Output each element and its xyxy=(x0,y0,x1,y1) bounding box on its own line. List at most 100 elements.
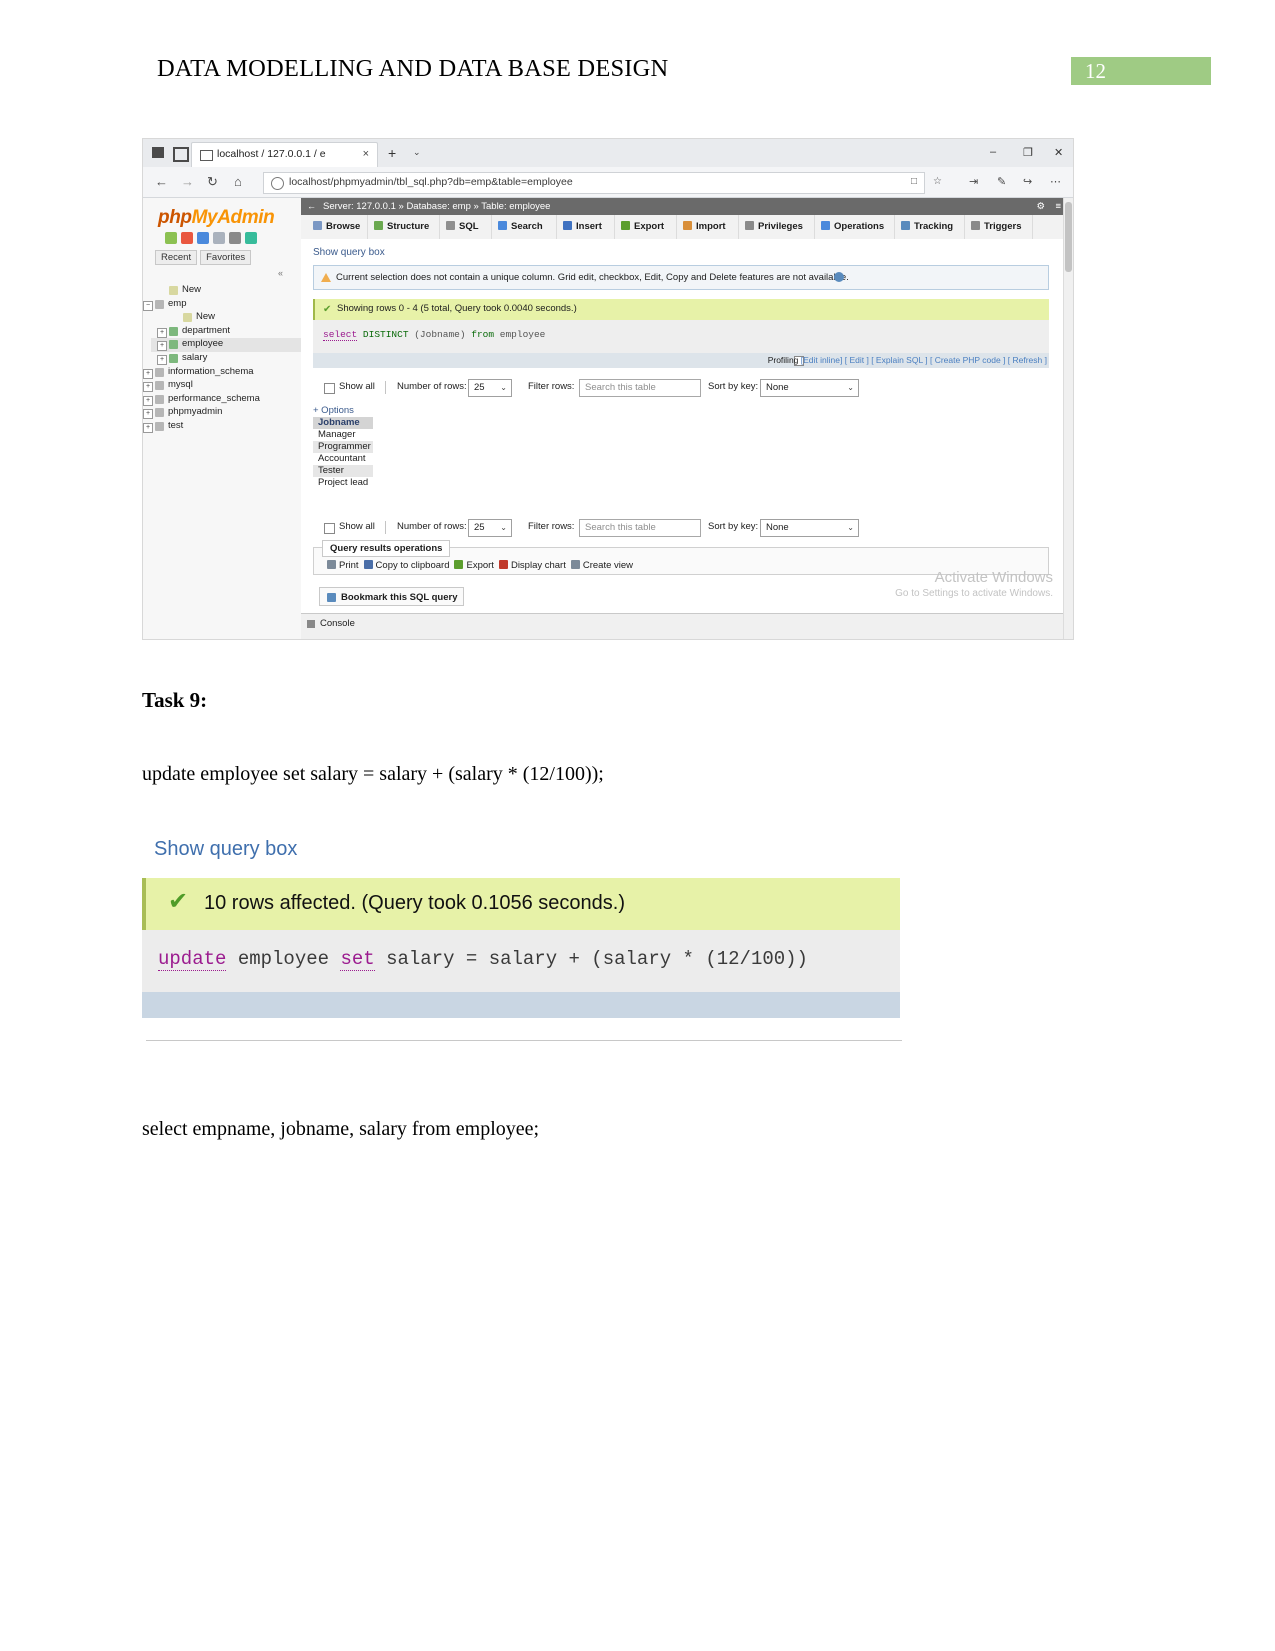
gear-icon[interactable] xyxy=(229,232,241,244)
console-bar[interactable]: Console xyxy=(301,613,1073,639)
window-close-icon[interactable]: ✕ xyxy=(1054,146,1063,159)
tab-sql[interactable]: SQL xyxy=(440,215,492,239)
expander-icon[interactable]: + xyxy=(143,395,153,406)
number-of-rows-select[interactable]: 25 ⌄ xyxy=(468,519,512,537)
tree-item-mysql[interactable]: + mysql xyxy=(143,379,301,393)
forward-icon[interactable]: → xyxy=(181,174,194,189)
tab-import[interactable]: Import xyxy=(677,215,739,239)
reading-view-icon[interactable]: □ xyxy=(911,176,917,187)
tree-item-test[interactable]: + test xyxy=(143,420,301,434)
profiling-link[interactable]: [ Edit ] xyxy=(845,355,869,365)
tree-item-salary[interactable]: + salary xyxy=(151,352,301,366)
table-row[interactable]: Accountant xyxy=(313,453,373,465)
expander-icon[interactable]: + xyxy=(143,368,153,379)
show-all-checkbox[interactable] xyxy=(324,383,335,394)
refresh-icon[interactable] xyxy=(245,232,257,244)
tree-item-new[interactable]: New xyxy=(151,311,301,325)
home-icon[interactable] xyxy=(165,232,177,244)
docs-icon[interactable] xyxy=(197,232,209,244)
collapse-icon[interactable]: « xyxy=(278,268,283,278)
profiling-link[interactable]: [ Refresh ] xyxy=(1008,355,1047,365)
browser-tabs-preview-icon[interactable] xyxy=(173,147,189,162)
recent-favorites-row: Recent Favorites xyxy=(155,250,254,265)
close-icon[interactable]: × xyxy=(363,148,369,160)
tab-browse[interactable]: Browse xyxy=(307,215,368,239)
expander-icon[interactable]: + xyxy=(143,409,153,420)
favorites-button[interactable]: Favorites xyxy=(200,250,252,265)
tab-export[interactable]: Export xyxy=(615,215,677,239)
chevron-down-icon[interactable]: ⌄ xyxy=(413,147,421,158)
scrollbar-thumb[interactable] xyxy=(1065,202,1072,272)
breadcrumb-back-icon[interactable]: ← xyxy=(307,201,316,211)
reload-icon[interactable]: ↻ xyxy=(207,174,218,190)
bookmark-sql-query-button[interactable]: Bookmark this SQL query xyxy=(319,587,464,606)
result-op-export[interactable]: Export xyxy=(466,560,493,571)
minimize-icon[interactable]: – xyxy=(990,146,996,158)
help-icon[interactable] xyxy=(834,272,844,282)
page-scrollbar[interactable] xyxy=(1063,198,1073,639)
result-op-copy-to-clipboard[interactable]: Copy to clipboard xyxy=(376,560,450,571)
site-info-icon[interactable] xyxy=(271,177,284,190)
profiling-link[interactable]: [ Create PHP code ] xyxy=(930,355,1005,365)
phpmyadmin-logo[interactable]: phpMyAdmin xyxy=(158,207,275,229)
tab-search[interactable]: Search xyxy=(492,215,557,239)
browser-system-icon[interactable] xyxy=(152,147,164,158)
import-icon xyxy=(683,221,692,230)
notes-icon[interactable]: ✎ xyxy=(997,175,1006,188)
tree-item-phpmyadmin[interactable]: + phpmyadmin xyxy=(143,406,301,420)
profiling-link[interactable]: [Edit inline] xyxy=(801,355,843,365)
show-all-checkbox[interactable] xyxy=(324,523,335,534)
profiling-link[interactable]: [ Explain SQL ] xyxy=(871,355,927,365)
tree-item-performance_schema[interactable]: + performance_schema xyxy=(143,393,301,407)
tree-item-new[interactable]: New xyxy=(151,284,301,298)
tree-item-employee[interactable]: + employee xyxy=(151,338,301,352)
hub-icon[interactable]: ⇥ xyxy=(969,175,978,188)
result-op-create-view[interactable]: Create view xyxy=(583,560,633,571)
result-op-display-chart[interactable]: Display chart xyxy=(511,560,566,571)
sort-by-key-select[interactable]: None ⌄ xyxy=(760,379,859,397)
tab-label: Insert xyxy=(576,221,602,232)
filter-rows-input[interactable]: Search this table xyxy=(579,379,701,397)
tab-structure[interactable]: Structure xyxy=(368,215,440,239)
filter-rows-input[interactable]: Search this table xyxy=(579,519,701,537)
expander-icon[interactable]: + xyxy=(143,382,153,393)
result-op-print[interactable]: Print xyxy=(339,560,359,571)
show-query-box-link[interactable]: Show query box xyxy=(154,838,297,861)
table-row[interactable]: Project lead xyxy=(313,477,373,489)
recent-button[interactable]: Recent xyxy=(155,250,198,265)
number-of-rows-select[interactable]: 25 ⌄ xyxy=(468,379,512,397)
phpmyadmin-docs-icon[interactable] xyxy=(213,232,225,244)
favorite-star-icon[interactable]: ☆ xyxy=(933,176,942,187)
options-link[interactable]: + Options xyxy=(313,405,354,416)
share-icon[interactable]: ↪ xyxy=(1023,175,1032,188)
tab-privileges[interactable]: Privileges xyxy=(739,215,815,239)
expander-icon[interactable]: + xyxy=(143,422,153,433)
tree-item-emp[interactable]: − emp xyxy=(143,298,301,312)
expander-icon[interactable]: + xyxy=(157,341,167,352)
expander-icon[interactable]: − xyxy=(143,300,153,311)
expander-icon[interactable]: + xyxy=(157,354,167,365)
address-bar[interactable]: localhost/phpmyadmin/tbl_sql.php?db=emp&… xyxy=(263,172,925,194)
logout-icon[interactable] xyxy=(181,232,193,244)
menu-icon[interactable]: ≡ xyxy=(1055,201,1061,212)
tree-item-department[interactable]: + department xyxy=(151,325,301,339)
new-tab-button[interactable]: + xyxy=(388,145,396,161)
results-column-header[interactable]: Jobname xyxy=(313,417,373,429)
table-row[interactable]: Programmer xyxy=(313,441,373,453)
tab-tracking[interactable]: Tracking xyxy=(895,215,965,239)
table-row[interactable]: Tester xyxy=(313,465,373,477)
tab-triggers[interactable]: Triggers xyxy=(965,215,1033,239)
browser-tab[interactable]: localhost / 127.0.0.1 / e × xyxy=(191,142,378,168)
more-icon[interactable]: ⋯ xyxy=(1050,175,1061,188)
expander-icon[interactable]: + xyxy=(157,327,167,338)
show-query-box-link[interactable]: Show query box xyxy=(313,247,385,258)
table-row[interactable]: Manager xyxy=(313,429,373,441)
tree-item-information_schema[interactable]: + information_schema xyxy=(143,366,301,380)
tab-insert[interactable]: Insert xyxy=(557,215,615,239)
home-icon[interactable]: ⌂ xyxy=(234,174,242,189)
back-icon[interactable]: ← xyxy=(155,174,168,189)
sort-by-key-select[interactable]: None ⌄ xyxy=(760,519,859,537)
gear-icon[interactable]: ⚙ xyxy=(1036,201,1045,212)
tab-operations[interactable]: Operations xyxy=(815,215,895,239)
maximize-icon[interactable]: ❐ xyxy=(1023,146,1033,159)
